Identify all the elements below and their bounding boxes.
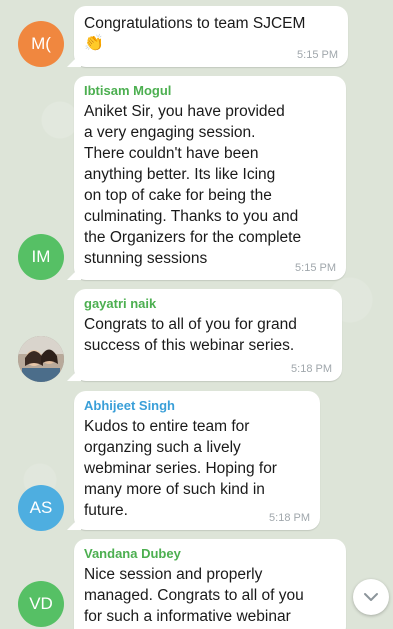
message-bubble[interactable]: Ibtisam Mogul Aniket Sir, you have provi… (67, 76, 346, 280)
avatar[interactable]: VD (18, 581, 64, 627)
sender-name[interactable]: gayatri naik (84, 296, 332, 311)
sender-name[interactable]: Ibtisam Mogul (84, 83, 336, 98)
message-time: 5:18 PM (291, 363, 332, 375)
sender-name[interactable]: Abhijeet Singh (84, 398, 310, 413)
avatar-initials: IM (31, 247, 51, 266)
avatar-initials: M( (31, 34, 51, 53)
message-bubble[interactable]: gayatri naik Congrats to all of you for … (67, 289, 342, 381)
message-time: 5:18 PM (269, 512, 310, 524)
sender-name[interactable]: Vandana Dubey (84, 546, 336, 561)
message-bubble[interactable]: Abhijeet Singh Kudos to entire team for … (67, 391, 320, 530)
chevron-down-icon (364, 593, 378, 601)
message-time: 5:15 PM (297, 49, 338, 61)
message-text: Nice session and properly managed. Congr… (84, 566, 304, 625)
message-bubble[interactable]: Vandana Dubey Nice session and properly … (74, 539, 346, 629)
message-text: Kudos to entire team for organzing such … (84, 418, 277, 519)
message-time: 5:15 PM (295, 262, 336, 274)
profile-photo-icon (18, 336, 64, 382)
avatar[interactable]: IM (18, 234, 64, 280)
message-text: Aniket Sir, you have provided a very eng… (84, 103, 302, 267)
avatar[interactable] (18, 336, 64, 382)
avatar-initials: VD (29, 594, 53, 613)
avatar[interactable]: M( (18, 21, 64, 67)
avatar-initials: AS (29, 498, 53, 517)
scroll-down-button[interactable] (353, 579, 389, 615)
message-text: Congratulations to team SJCEM (84, 15, 306, 32)
message-bubble[interactable]: Congratulations to team SJCEM 👏 5:15 PM (67, 6, 348, 67)
avatar[interactable]: AS (18, 485, 64, 531)
message-text: Congrats to all of you for grand success… (84, 316, 297, 354)
